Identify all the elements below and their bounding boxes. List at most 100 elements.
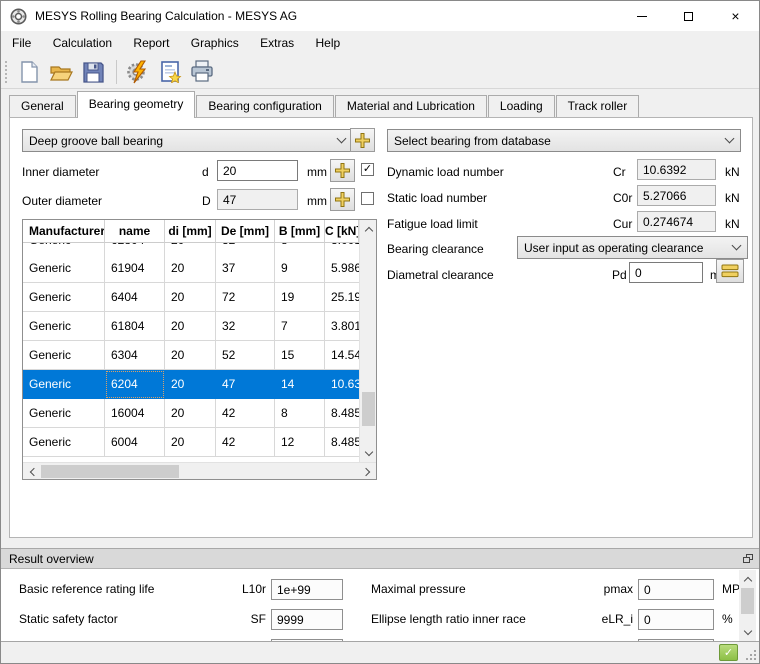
vertical-scroll-thumb[interactable] [741,588,754,614]
cell: 20 [165,370,216,399]
vertical-scroll-thumb[interactable] [362,392,375,426]
result-overview-header: Result overview [1,548,759,569]
scroll-down-arrow[interactable] [360,445,377,462]
print-icon [190,60,214,83]
scroll-left-arrow[interactable] [23,463,40,480]
bearing-clearance-value: User input as operating clearance [524,241,703,255]
table-row-61904[interactable]: Generic 61904 20 37 9 5.9863 [23,254,359,283]
bearing-type-select[interactable]: Deep groove ball bearing [22,129,353,152]
cell: 32 [216,243,275,254]
cell: 47 [216,370,275,399]
minimize-button[interactable] [618,1,665,31]
scroll-down-arrow[interactable] [739,624,756,641]
scroll-right-arrow[interactable] [359,463,376,480]
outer-diameter-checkbox[interactable] [361,192,374,205]
static-load-input[interactable] [637,185,716,206]
tab-bearing-configuration[interactable]: Bearing configuration [196,95,333,117]
column-header-b[interactable]: B [mm] [275,220,325,243]
resize-grip[interactable] [746,650,756,660]
table-row-6004[interactable]: Generic 6004 20 42 12 8.4859 [23,428,359,457]
scroll-up-arrow[interactable] [360,220,377,237]
plus-icon [354,132,371,149]
static-load-label: Static load number [387,191,487,205]
result-label: Static safety factor [19,612,118,626]
new-file-icon [18,60,40,84]
column-header-di[interactable]: di [mm] [165,220,216,243]
fatigue-load-input[interactable] [637,211,716,232]
tab-loading[interactable]: Loading [488,95,555,117]
toolbar [1,55,759,89]
table-row-6204-selected[interactable]: Generic 6204 20 47 14 10.639 [23,370,359,399]
inner-diameter-checkbox[interactable]: ✓ [361,163,374,176]
horizontal-scroll-thumb[interactable] [41,465,179,478]
clearance-options-button[interactable] [716,259,744,283]
tab-track-roller[interactable]: Track roller [556,95,640,117]
open-file-button[interactable] [46,57,76,87]
table-horizontal-scrollbar[interactable] [23,462,376,479]
close-button[interactable]: × [712,1,759,31]
print-button[interactable] [187,57,217,87]
column-header-manufacturer[interactable]: Manufacturer [23,220,105,243]
cell: 5.9863 [325,254,359,283]
column-header-c[interactable]: C [kN] [325,220,359,243]
menu-extras[interactable]: Extras [251,31,303,55]
result-vertical-scrollbar[interactable] [739,570,756,641]
new-file-button[interactable] [14,57,44,87]
report-button[interactable] [155,57,185,87]
menu-help[interactable]: Help [307,31,350,55]
inner-diameter-options-button[interactable] [330,159,355,182]
menu-report[interactable]: Report [124,31,178,55]
calculate-button[interactable] [123,57,153,87]
cell: 20 [165,254,216,283]
double-bar-icon [721,264,739,278]
cell: Generic [23,243,105,254]
cell: 20 [165,312,216,341]
status-bar: ✓ [1,642,759,663]
column-header-name[interactable]: name [105,220,165,243]
select-bearing-from-database-select[interactable]: Select bearing from database [387,129,741,152]
diametral-clearance-input[interactable] [629,262,703,283]
tab-material-and-lubrication[interactable]: Material and Lubrication [335,95,487,117]
menu-file[interactable]: File [3,31,40,55]
table-row-6404[interactable]: Generic 6404 20 72 19 25.194 [23,283,359,312]
menu-calculation[interactable]: Calculation [44,31,121,55]
menu-graphics[interactable]: Graphics [182,31,248,55]
outer-diameter-input[interactable] [217,189,298,210]
calculation-ok-button[interactable]: ✓ [719,644,738,661]
result-value-input[interactable] [271,609,343,630]
table-row-61804[interactable]: Generic 61804 20 32 7 3.8010 [23,312,359,341]
window-title: MESYS Rolling Bearing Calculation - MESY… [35,9,618,23]
tab-general[interactable]: General [9,95,76,117]
menu-bar: File Calculation Report Graphics Extras … [1,31,759,55]
maximize-button[interactable] [665,1,712,31]
float-panel-icon[interactable] [743,554,753,563]
save-file-button[interactable] [78,57,108,87]
column-header-de[interactable]: De [mm] [216,220,275,243]
cell: 19 [275,283,325,312]
bearing-table: Manufacturer name di [mm] De [mm] B [mm]… [22,219,377,480]
result-value-input[interactable] [638,579,714,600]
cell: 10.639 [325,370,359,399]
table-row-16004[interactable]: Generic 16004 20 42 8 8.4859 [23,399,359,428]
cell: 37 [216,254,275,283]
tab-bearing-geometry[interactable]: Bearing geometry [77,91,196,118]
maximize-icon [684,12,693,21]
add-bearing-type-button[interactable] [350,128,375,152]
table-row-partial[interactable]: Generic 62804 20 32 8 3.0010 [23,243,359,254]
dynamic-load-input[interactable] [637,159,716,180]
cell: 14.549 [325,341,359,370]
result-row: Static safety factor SF Ellipse length r… [1,609,759,639]
fatigue-load-label: Fatigue load limit [387,217,478,231]
result-value-input[interactable] [271,579,343,600]
cell: 20 [165,283,216,312]
cell: 8 [275,399,325,428]
inner-diameter-input[interactable] [217,160,298,181]
scroll-up-arrow[interactable] [739,570,756,587]
outer-diameter-options-button[interactable] [330,188,355,211]
bearing-clearance-select[interactable]: User input as operating clearance [517,236,748,259]
table-vertical-scrollbar[interactable] [359,220,376,462]
toolbar-grip[interactable] [5,61,8,83]
result-value-input[interactable] [638,609,714,630]
table-row-6304[interactable]: Generic 6304 20 52 15 14.549 [23,341,359,370]
chevron-down-icon [337,134,347,144]
